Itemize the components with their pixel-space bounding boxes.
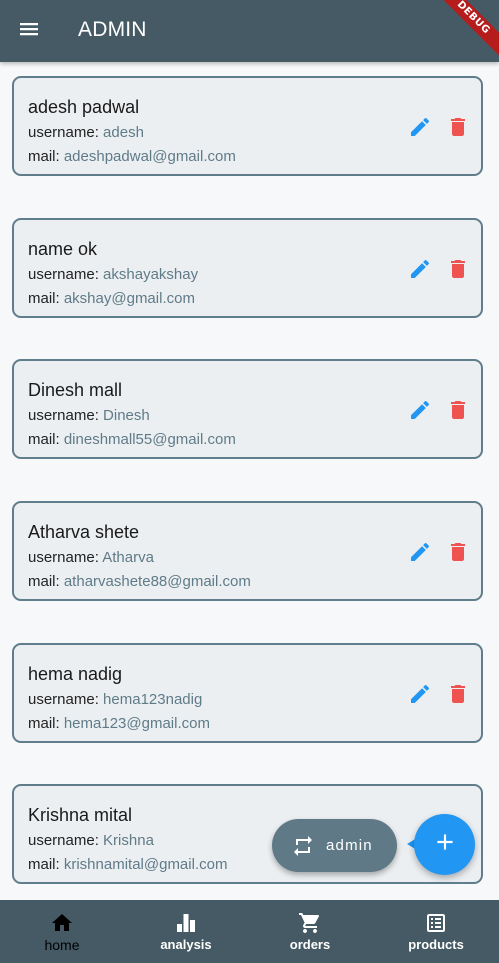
user-card: Atharva shete username: Atharva mail: at… (12, 501, 483, 601)
admin-switch-button[interactable]: admin (272, 819, 397, 872)
mail-value: adeshpadwal@gmail.com (63, 148, 236, 165)
list-icon (424, 911, 448, 935)
mail-line: mail: akshay@gmail.com (28, 290, 195, 307)
delete-icon (446, 682, 470, 711)
edit-icon (408, 398, 432, 427)
user-name: hema nadig (28, 664, 123, 684)
mail-value: dineshmall55@gmail.com (63, 431, 236, 448)
delete-icon (446, 540, 470, 569)
edit-button[interactable] (407, 258, 433, 284)
edit-icon (408, 257, 432, 286)
bottom-navigation: home analysis orders products (0, 900, 499, 963)
username-label: username: (28, 832, 104, 849)
user-name: Krishna mital (28, 805, 133, 825)
username-label: username: (28, 124, 104, 141)
nav-label: home (44, 937, 80, 953)
nav-label: analysis (160, 937, 212, 952)
user-card: hema nadig username: hema123nadig mail: … (12, 643, 483, 743)
mail-value: atharvashete88@gmail.com (63, 573, 251, 590)
username-value: hema123nadig (103, 691, 203, 708)
mail-label: mail: (28, 715, 64, 732)
add-icon (432, 829, 458, 860)
user-name: name ok (28, 239, 98, 259)
mail-line: mail: dineshmall55@gmail.com (28, 431, 236, 448)
debug-banner: DEBUG (424, 0, 499, 67)
username-line: username: hema123nadig (28, 691, 202, 708)
mail-line: mail: atharvashete88@gmail.com (28, 573, 251, 590)
user-name: Dinesh mall (28, 380, 123, 400)
mail-label: mail: (28, 148, 64, 165)
app-bar: ADMIN DEBUG (0, 0, 499, 67)
edit-button[interactable] (407, 399, 433, 425)
username-line: username: Atharva (28, 549, 154, 566)
delete-button[interactable] (445, 683, 471, 709)
mail-label: mail: (28, 431, 64, 448)
mail-value: krishnamital@gmail.com (63, 856, 228, 873)
mail-label: mail: (28, 290, 64, 307)
username-line: username: adesh (28, 124, 144, 141)
nav-item-analysis[interactable]: analysis (124, 900, 248, 963)
edit-icon (408, 540, 432, 569)
nav-label: orders (289, 937, 331, 952)
username-line: username: Dinesh (28, 407, 150, 424)
delete-button[interactable] (445, 399, 471, 425)
username-value: akshayakshay (103, 266, 199, 283)
user-card: adesh padwal username: adesh mail: adesh… (12, 76, 483, 176)
user-name: adesh padwal (28, 97, 140, 117)
swap-icon (291, 834, 315, 858)
edit-button[interactable] (407, 116, 433, 142)
nav-item-products[interactable]: products (374, 900, 498, 963)
mail-value: hema123@gmail.com (63, 715, 210, 732)
add-user-button[interactable] (414, 814, 475, 875)
user-card: name ok username: akshayakshay mail: aks… (12, 218, 483, 318)
username-label: username: (28, 691, 104, 708)
username-line: username: akshayakshay (28, 266, 198, 283)
username-value: adesh (103, 124, 144, 141)
cart-icon (298, 911, 322, 935)
edit-icon (408, 682, 432, 711)
user-card: Dinesh mall username: Dinesh mail: dines… (12, 359, 483, 459)
edit-button[interactable] (407, 541, 433, 567)
bar-chart-icon (174, 911, 198, 935)
edit-icon (408, 115, 432, 144)
delete-icon (446, 115, 470, 144)
nav-label: products (408, 937, 464, 952)
delete-button[interactable] (445, 541, 471, 567)
mail-label: mail: (28, 856, 64, 873)
username-value: Krishna (103, 832, 154, 849)
edit-button[interactable] (407, 683, 433, 709)
user-card: Krishna mital username: Krishna mail: kr… (12, 784, 483, 884)
username-value: Dinesh (103, 407, 150, 424)
delete-icon (446, 398, 470, 427)
mail-value: akshay@gmail.com (63, 290, 195, 307)
username-label: username: (28, 549, 103, 566)
mail-line: mail: krishnamital@gmail.com (28, 856, 227, 873)
user-list[interactable]: adesh padwal username: adesh mail: adesh… (0, 62, 499, 900)
mail-line: mail: adeshpadwal@gmail.com (28, 148, 236, 165)
nav-item-home[interactable]: home (0, 900, 124, 963)
admin-switch-label: admin (326, 837, 373, 854)
home-icon (50, 911, 74, 935)
user-name: Atharva shete (28, 522, 140, 542)
menu-icon (17, 17, 41, 46)
username-label: username: (28, 266, 104, 283)
menu-button[interactable] (10, 12, 48, 50)
delete-button[interactable] (445, 258, 471, 284)
mail-label: mail: (28, 573, 64, 590)
nav-item-orders[interactable]: orders (248, 900, 372, 963)
admin-screen: ADMIN DEBUG adesh padwal username: adesh… (0, 0, 499, 963)
username-label: username: (28, 407, 104, 424)
username-line: username: Krishna (28, 832, 154, 849)
delete-icon (446, 257, 470, 286)
username-value: Atharva (102, 549, 154, 566)
mail-line: mail: hema123@gmail.com (28, 715, 210, 732)
page-title: ADMIN (78, 18, 147, 41)
delete-button[interactable] (445, 116, 471, 142)
